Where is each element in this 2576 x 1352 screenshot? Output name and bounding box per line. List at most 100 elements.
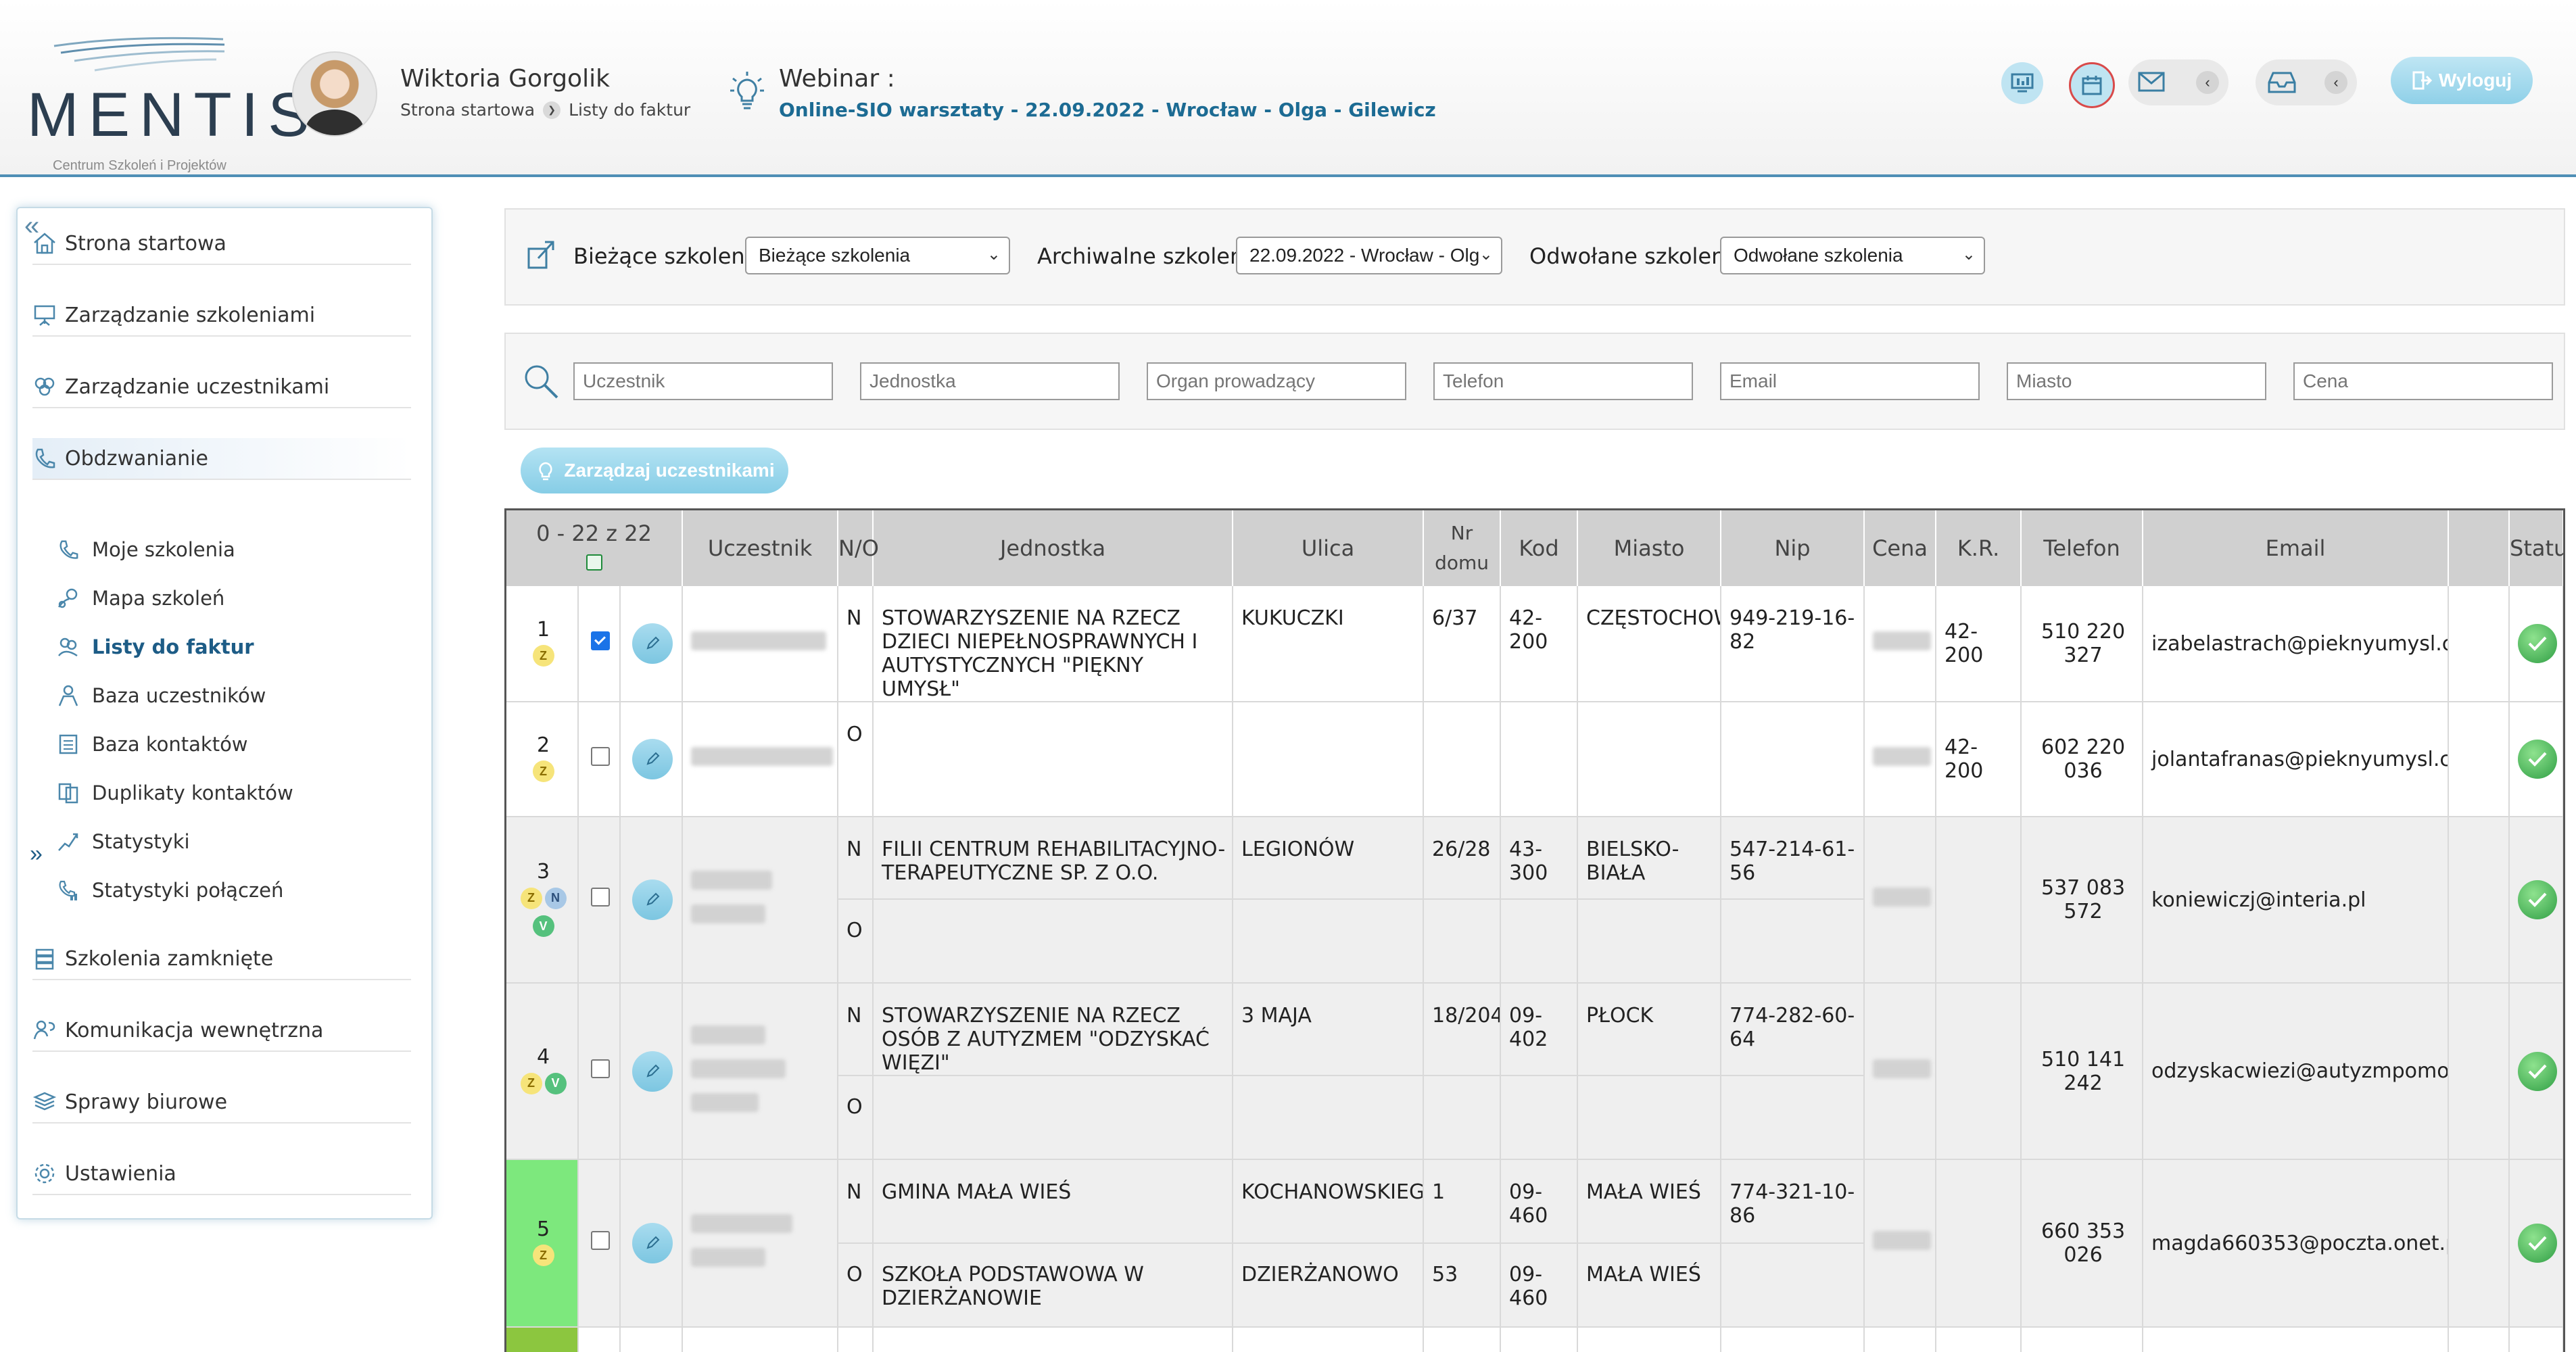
kr-header[interactable]: K.R.	[1936, 510, 2022, 586]
sidebar-item-closed-trainings[interactable]: Szkolenia zamknięte	[32, 938, 411, 980]
logout-icon	[2412, 71, 2432, 90]
email-search-input[interactable]	[1720, 362, 1980, 400]
breadcrumb-home[interactable]: Strona startowa	[400, 100, 535, 120]
status-header[interactable]: Status	[2509, 510, 2563, 586]
email-cell[interactable]: izabelastrach@pieknyumysl.czest.pl	[2143, 586, 2450, 702]
sidebar-item-label: Strona startowa	[65, 231, 226, 256]
avatar[interactable]	[292, 51, 377, 137]
table-row[interactable]: 4 ZV N STOWARZYSZENIE NA RZECZ OSÓB Z AU…	[506, 983, 2563, 1160]
sidebar-item-calling[interactable]: Obdzwanianie	[32, 438, 411, 480]
chevron-left-icon[interactable]: ‹	[2324, 71, 2347, 94]
edit-pencil-icon[interactable]	[632, 1223, 673, 1263]
participant-search-input[interactable]	[573, 362, 833, 400]
row-checkbox[interactable]	[591, 888, 610, 907]
house-number-header[interactable]: Nr domu	[1423, 510, 1502, 586]
phone-search-input[interactable]	[1433, 362, 1693, 400]
badge-z: Z	[532, 1245, 554, 1267]
row-checkbox[interactable]	[591, 1059, 610, 1078]
current-trainings-select[interactable]: Bieżące szkolenia ⌄	[745, 237, 1010, 274]
authority-search-input[interactable]	[1147, 362, 1406, 400]
current-trainings-value: Bieżące szkolenia	[759, 245, 911, 266]
sidebar-item-trainings[interactable]: Zarządzanie szkoleniami	[32, 295, 411, 337]
price-search-input[interactable]	[2293, 362, 2553, 400]
edit-pencil-icon[interactable]	[632, 623, 673, 664]
sidebar-item-internal-communication[interactable]: Komunikacja wewnętrzna	[32, 1010, 411, 1052]
select-all-checkbox[interactable]	[586, 554, 602, 571]
breadcrumb-current[interactable]: Listy do faktur	[569, 100, 690, 120]
email-cell[interactable]: magda660353@poczta.onet.pl	[2143, 1159, 2450, 1328]
kr-cell: 42-200	[1936, 586, 2022, 702]
table-row[interactable]: 2 Z O 42-200 602 220 036 jolantafranas@p…	[506, 702, 2563, 817]
table-row[interactable]: 3 ZN V N FILII CENTRUM REHABILITACYJNO-T…	[506, 817, 2563, 984]
unit-header[interactable]: Jednostka	[873, 510, 1234, 586]
row-number-cell: 1 Z	[506, 586, 579, 702]
price-header[interactable]: Cena	[1864, 510, 1937, 586]
webinar-link[interactable]: Online-SIO warsztaty - 22.09.2022 - Wroc…	[779, 99, 1436, 121]
sidebar-item-participants[interactable]: Zarządzanie uczestnikami	[32, 366, 411, 408]
code-cell: 09-460	[1500, 1243, 1579, 1328]
city-header[interactable]: Miasto	[1577, 510, 1722, 586]
archive-trainings-select[interactable]: 22.09.2022 - Wrocław - Olg ⌄	[1236, 237, 1502, 274]
sidebar-subitem-label: Listy do faktur	[92, 635, 254, 658]
edit-pencil-icon[interactable]	[632, 879, 673, 920]
cancelled-trainings-value: Odwołane szkolenia	[1734, 245, 1903, 266]
cancelled-trainings-select[interactable]: Odwołane szkolenia ⌄	[1720, 237, 1985, 274]
status-check-icon[interactable]	[2518, 880, 2558, 919]
row-checkbox[interactable]	[591, 1231, 610, 1250]
nip-header[interactable]: Nip	[1721, 510, 1865, 586]
sidebar-item-settings[interactable]: Ustawienia	[32, 1153, 411, 1195]
table-row[interactable]: 5 Z N GMINA MAŁA WIEŚ KOCHANOWSKIEGO 1 0…	[506, 1159, 2563, 1328]
row-edit-cell	[620, 586, 684, 702]
house-cell: 26/28	[1423, 817, 1502, 900]
row-number-cell	[506, 1327, 579, 1352]
sidebar-subitem-contacts-db[interactable]: Baza kontaktów	[57, 725, 408, 764]
status-check-icon[interactable]	[2518, 624, 2558, 663]
status-check-icon[interactable]	[2518, 1051, 2558, 1091]
sidebar-subitem-my-trainings[interactable]: Moje szkolenia	[57, 530, 408, 569]
sidebar-subitem-call-stats[interactable]: Statystyki połączeń	[57, 871, 408, 910]
table-row[interactable]: N GMINA NOWA SARZYNA MIKOŁAJA 1 37-310 N…	[506, 1327, 2563, 1352]
sidebar-subitem-invoice-lists[interactable]: Listy do faktur	[57, 627, 408, 667]
email-cell[interactable]: odzyskacwiezi@autyzmpomoc.org	[2143, 983, 2450, 1160]
row-checkbox[interactable]	[591, 747, 610, 766]
unit-cell: SZKOŁA PODSTAWOWA W DZIERŻANOWIE	[873, 1243, 1234, 1328]
email-cell[interactable]: koniewiczj@interia.pl	[2143, 817, 2450, 984]
sidebar-subitem-participants-db[interactable]: Baza uczestników	[57, 676, 408, 715]
code-cell	[1500, 702, 1579, 817]
monitor-icon[interactable]	[2001, 62, 2043, 104]
logout-button[interactable]: Wyloguj	[2391, 57, 2533, 104]
manage-participants-button[interactable]: Zarządzaj uczestnikami	[521, 448, 788, 493]
phone-header[interactable]: Telefon	[2021, 510, 2144, 586]
manage-participants-label: Zarządzaj uczestnikami	[564, 460, 775, 481]
email-cell[interactable]: jolantafranas@pieknyumysl.czest.pl	[2143, 702, 2450, 817]
city-cell	[1577, 899, 1722, 984]
inbox-toggle[interactable]: ‹	[2256, 59, 2357, 105]
mentis-logo[interactable]: MENTIS Centrum Szkoleń i Projektów	[27, 32, 310, 173]
unit-search-input[interactable]	[860, 362, 1120, 400]
chevron-left-icon[interactable]: ‹	[2196, 71, 2219, 94]
email-header[interactable]: Email	[2143, 510, 2450, 586]
code-cell	[1500, 1076, 1579, 1160]
sidebar-item-label: Szkolenia zamknięte	[65, 946, 274, 971]
street-cell: 3 MAJA	[1233, 983, 1425, 1076]
price-cell	[1864, 702, 1937, 817]
edit-pencil-icon[interactable]	[632, 739, 673, 779]
status-check-icon[interactable]	[2518, 1224, 2558, 1263]
row-checkbox-cell	[578, 1159, 621, 1328]
city-search-input[interactable]	[2007, 362, 2266, 400]
sidebar-subitem-stats[interactable]: Statystyki	[57, 822, 408, 861]
sidebar-subitem-map[interactable]: Mapa szkoleń	[57, 579, 408, 618]
sidebar-item-office[interactable]: Sprawy biurowe	[32, 1082, 411, 1124]
street-header[interactable]: Ulica	[1233, 510, 1425, 586]
sidebar-subitem-duplicates[interactable]: Duplikaty kontaktów	[57, 773, 408, 813]
logo-tagline: Centrum Szkoleń i Projektów	[53, 158, 226, 173]
row-checkbox[interactable]	[591, 631, 610, 650]
status-check-icon[interactable]	[2518, 740, 2558, 779]
mail-toggle[interactable]: ‹	[2128, 59, 2228, 105]
participant-header[interactable]: Uczestnik	[682, 510, 839, 586]
edit-pencil-icon[interactable]	[632, 1051, 673, 1092]
table-row[interactable]: 1 Z N STOWARZYSZENIE NA RZECZ DZIECI NIE…	[506, 586, 2563, 702]
sidebar-item-home[interactable]: Strona startowa	[32, 223, 411, 265]
postal-code-header[interactable]: Kod	[1500, 510, 1579, 586]
calendar-icon[interactable]	[2069, 62, 2115, 108]
